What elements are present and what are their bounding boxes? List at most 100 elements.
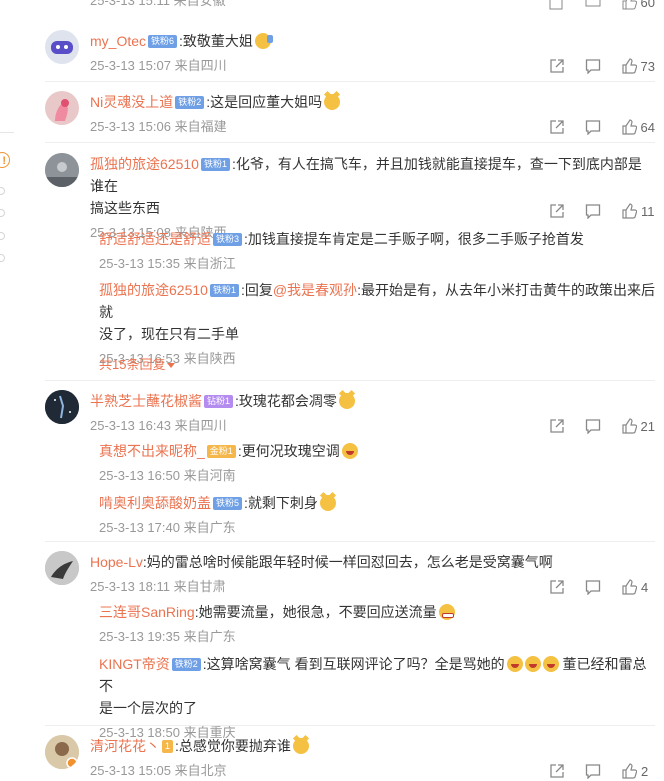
comment-author[interactable]: 半熟芝士蘸花椒酱 <box>90 393 202 409</box>
partial-actions: 60 <box>529 0 655 12</box>
reply-item: 舒适舒适还是舒适 铁粉3:加钱直接提车肯定是二手贩子啊，很多二手贩子抢首发 25-… <box>99 228 655 274</box>
like-icon[interactable] <box>621 119 637 135</box>
reply-author[interactable]: 啃奥利奥舔酸奶盖 <box>99 495 211 511</box>
cat-emoji-icon <box>338 393 355 409</box>
fan-badge[interactable]: 铁粉1 <box>209 284 239 297</box>
mention-link[interactable]: @我是春观孙 <box>273 282 357 298</box>
comment-author[interactable]: Ni灵魂没上道 <box>90 94 173 110</box>
reply-author[interactable]: 舒适舒适还是舒适 <box>99 231 211 247</box>
like-icon[interactable] <box>621 418 637 434</box>
like-count: 21 <box>640 418 655 434</box>
cat-emoji-icon <box>324 94 341 110</box>
like-count: 73 <box>640 58 655 74</box>
chevron-down-icon <box>167 363 176 368</box>
divider <box>45 380 655 381</box>
comment-text: :玫瑰花都会凋零 <box>235 393 337 409</box>
laugh-emoji-icon <box>506 656 523 672</box>
comment-icon[interactable] <box>585 763 601 779</box>
comment-author[interactable]: Hope-Lv <box>90 554 143 570</box>
fan-badge[interactable]: 铁粉2 <box>175 96 205 109</box>
share-icon[interactable] <box>549 418 565 434</box>
alert-icon[interactable]: ! <box>0 152 10 168</box>
divider <box>45 725 655 726</box>
comment-icon[interactable] <box>585 58 601 74</box>
reply-text-continued: 是一个层次的了 <box>99 700 197 716</box>
left-sidebar-edge: ! <box>0 0 14 773</box>
comment-icon[interactable] <box>585 119 601 135</box>
cat-emoji-icon <box>319 495 336 511</box>
like-icon[interactable] <box>621 763 637 779</box>
comment-icon[interactable] <box>585 203 601 219</box>
reply-text: :这算啥窝囊气 看到互联网评论了吗？全是骂她的 <box>202 656 505 672</box>
comment-icon[interactable] <box>585 0 601 10</box>
reply-text: :她需要流量，她很急，不要回应送流量 <box>194 604 437 620</box>
like-count: 11 <box>641 203 655 219</box>
divider <box>45 541 655 542</box>
avatar[interactable] <box>45 30 79 64</box>
reply-author[interactable]: 三连哥SanRing <box>99 604 195 620</box>
comment-actions: 11 <box>529 201 655 221</box>
fan-badge[interactable]: 铁粉5 <box>213 497 243 510</box>
reply-text-continued: 没了，现在只有二手单 <box>99 326 239 342</box>
share-icon[interactable] <box>549 763 565 779</box>
reply-author[interactable]: 孤独的旅途62510 <box>99 282 208 298</box>
sidebar-divider <box>0 132 14 133</box>
sidebar-dot-icon[interactable] <box>0 187 5 195</box>
reply-item: 真想不出来昵称_ 金粉1:更何况玫瑰空调 25-3-13 16:50 来自河南 <box>99 440 655 486</box>
comment-text: :这是回应董大姐吗 <box>206 94 323 110</box>
comment-actions: 2 <box>529 761 655 781</box>
more-replies-link[interactable]: 共15条回复 <box>99 354 655 374</box>
like-count: 2 <box>641 763 649 779</box>
comment-author[interactable]: 孤独的旅途62510 <box>90 156 199 172</box>
fan-badge[interactable]: 钻粉1 <box>204 395 234 408</box>
share-icon[interactable] <box>549 203 565 219</box>
avatar[interactable] <box>45 735 79 769</box>
fan-badge[interactable]: 金粉1 <box>206 445 236 458</box>
share-icon[interactable] <box>549 0 565 10</box>
like-icon[interactable] <box>621 579 637 595</box>
sidebar-dot-icon[interactable] <box>0 254 5 262</box>
fan-badge[interactable]: 铁粉6 <box>148 35 178 48</box>
share-icon[interactable] <box>549 119 565 135</box>
reply-item: 三连哥SanRing:她需要流量，她很急，不要回应送流量 25-3-13 19:… <box>99 601 655 647</box>
reply-prefix: :回复 <box>240 282 273 298</box>
reply-meta: 25-3-13 16:50 来自河南 <box>99 468 236 483</box>
comment-author[interactable]: 清河花花丶 <box>90 738 160 754</box>
avatar[interactable] <box>45 551 79 585</box>
avatar[interactable] <box>45 91 79 125</box>
comment-icon[interactable] <box>585 579 601 595</box>
divider <box>45 81 655 82</box>
sidebar-dot-icon[interactable] <box>0 232 5 240</box>
comment-actions: 64 <box>529 117 655 137</box>
like-count: 60 <box>640 0 655 10</box>
reply-author[interactable]: 真想不出来昵称_ <box>99 443 205 459</box>
comment-actions: 4 <box>529 577 655 597</box>
fan-badge[interactable]: 铁粉3 <box>213 233 243 246</box>
comment-text: :妈的雷总啥时候能跟年轻时候一样回怼回去，怎么老是受窝囊气啊 <box>142 554 553 570</box>
comment-text: :总感觉你要抛弃谁 <box>175 738 291 754</box>
like-count: 64 <box>640 119 655 135</box>
comment-author[interactable]: my_Otec <box>90 33 146 49</box>
comment-icon[interactable] <box>585 418 601 434</box>
reply-author[interactable]: KINGT帝资 <box>99 656 170 672</box>
avatar[interactable] <box>45 153 79 187</box>
comment-actions: 21 <box>529 416 655 436</box>
vip-crown-badge[interactable]: 1 <box>162 740 174 753</box>
fan-badge[interactable]: 铁粉2 <box>171 658 201 671</box>
laugh-emoji-icon <box>542 656 559 672</box>
avatar[interactable] <box>45 390 79 424</box>
comment-actions: 73 <box>529 56 655 76</box>
share-icon[interactable] <box>549 58 565 74</box>
like-icon[interactable] <box>621 0 637 10</box>
laugh-emoji-icon <box>524 656 541 672</box>
like-icon[interactable] <box>621 58 637 74</box>
reply-text: :加钱直接提车肯定是二手贩子啊，很多二手贩子抢首发 <box>244 231 584 247</box>
like-icon[interactable] <box>621 203 637 219</box>
fan-badge[interactable]: 铁粉1 <box>200 158 230 171</box>
share-icon[interactable] <box>549 579 565 595</box>
sidebar-dot-icon[interactable] <box>0 209 5 217</box>
reply-meta: 25-3-13 17:40 来自广东 <box>99 520 236 535</box>
reply-meta: 25-3-13 15:35 来自浙江 <box>99 256 236 271</box>
laugh-emoji-icon <box>341 443 358 459</box>
cat-emoji-icon <box>292 738 309 754</box>
